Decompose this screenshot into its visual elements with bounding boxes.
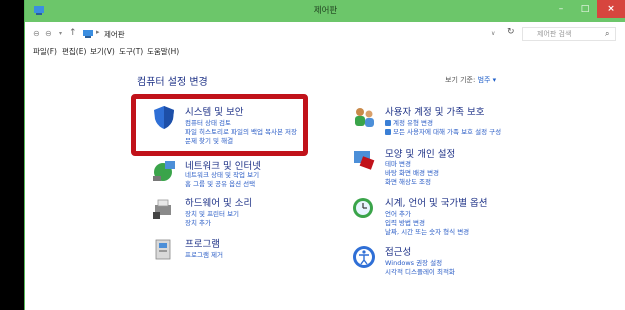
up-arrow-icon[interactable]: ↑ [69,28,77,38]
category-link[interactable]: 시각적 디스플레이 최적화 [385,266,455,276]
users-icon [355,108,374,127]
shield-icon [154,106,174,129]
printer-speaker-icon [153,199,171,219]
appearance-icon [354,151,375,170]
menu-tools[interactable]: 도구(T) [119,46,143,57]
address-box[interactable]: ▸ 제어판 [79,27,489,41]
recent-locations-icon[interactable]: ▾ [59,30,62,37]
clock-globe-icon [353,198,373,218]
close-button[interactable]: × [597,0,625,18]
category-link[interactable]: 모든 사용자에 대해 가족 보호 설정 구성 [385,126,501,136]
window-title: 제어판 [313,6,338,16]
view-by-label: 보기 기준: [445,76,476,84]
category-title[interactable]: 접근성 [385,244,411,258]
minimize-button[interactable]: – [550,0,572,18]
category-programs: 프로그램 프로그램 제거 [151,236,321,266]
category-title[interactable]: 시스템 및 보안 [185,104,243,118]
maximize-button[interactable]: □ [574,0,596,18]
category-link[interactable]: 날짜, 시간 또는 숫자 형식 변경 [385,226,469,236]
category-clock-language-region: 시계, 언어 및 국가별 옵션 언어 추가 입력 방법 변경 날짜, 시간 또는… [351,195,571,236]
programs-icon [155,239,171,260]
menu-view[interactable]: 보기(V) [90,46,115,57]
address-dropdown-icon[interactable]: ∨ [491,30,495,37]
view-by: 보기 기준: 범주 ▾ [445,75,496,85]
category-link[interactable]: 프로그램 제거 [185,249,223,259]
category-title[interactable]: 하드웨어 및 소리 [185,195,252,209]
category-title[interactable]: 프로그램 [185,236,220,250]
globe-network-icon [153,161,175,181]
category-title[interactable]: 시계, 언어 및 국가별 옵션 [385,195,488,209]
category-link[interactable]: 홈 그룹 및 공유 옵션 선택 [185,178,255,188]
category-system-security: 시스템 및 보안 컴퓨터 상태 검토 파일 히스토리로 파일의 백업 복사본 저… [151,104,321,154]
category-ease-of-access: 접근성 Windows 권장 설정 시각적 디스플레이 최적화 [351,244,551,276]
control-panel-window: 제어판 – □ × ⊖ ⊖ ▾ ↑ ▸ 제어판 ∨ ↻ 제어판 검색 ⌕ 파일(… [24,0,625,310]
category-title[interactable]: 사용자 계정 및 가족 보호 [385,104,484,118]
control-panel-icon [83,30,93,38]
address-bar: ⊖ ⊖ ▾ ↑ ▸ 제어판 ∨ ↻ 제어판 검색 ⌕ [25,24,625,44]
category-link[interactable]: 화면 해상도 조정 [385,176,431,186]
forward-icon[interactable]: ⊖ [45,29,52,38]
search-placeholder: 제어판 검색 [537,30,572,38]
shield-icon [385,129,391,135]
category-appearance: 모양 및 개인 설정 테마 변경 바탕 화면 배경 변경 화면 해상도 조정 [351,146,551,186]
search-input[interactable]: 제어판 검색 ⌕ [522,27,616,41]
title-bar[interactable]: 제어판 – □ × [25,0,625,22]
menu-edit[interactable]: 편집(E) [62,46,86,57]
menu-help[interactable]: 도움말(H) [147,46,179,57]
category-user-accounts: 사용자 계정 및 가족 보호 계정 유형 변경 모든 사용자에 대해 가족 보호… [351,104,551,138]
category-link[interactable]: 장치 추가 [185,217,211,227]
search-icon[interactable]: ⌕ [605,29,609,39]
category-hardware-sound: 하드웨어 및 소리 장치 및 프린터 보기 장치 추가 [151,195,321,227]
view-by-dropdown[interactable]: 범주 ▾ [478,76,497,84]
breadcrumb-separator-icon: ▸ [96,28,100,36]
menu-file[interactable]: 파일(F) [33,46,57,57]
page-title: 컴퓨터 설정 변경 [137,77,208,88]
accessibility-icon [353,246,375,268]
category-network-internet: 네트워크 및 인터넷 네트워크 상태 및 작업 보기 홈 그룹 및 공유 옵션 … [151,158,321,190]
refresh-icon[interactable]: ↻ [507,27,515,37]
category-link[interactable]: 문제 찾기 및 해결 [185,135,233,145]
breadcrumb-control-panel[interactable]: 제어판 [104,29,125,40]
back-icon[interactable]: ⊖ [33,29,40,38]
screen-background: 제어판 – □ × ⊖ ⊖ ▾ ↑ ▸ 제어판 ∨ ↻ 제어판 검색 ⌕ 파일(… [0,0,625,310]
